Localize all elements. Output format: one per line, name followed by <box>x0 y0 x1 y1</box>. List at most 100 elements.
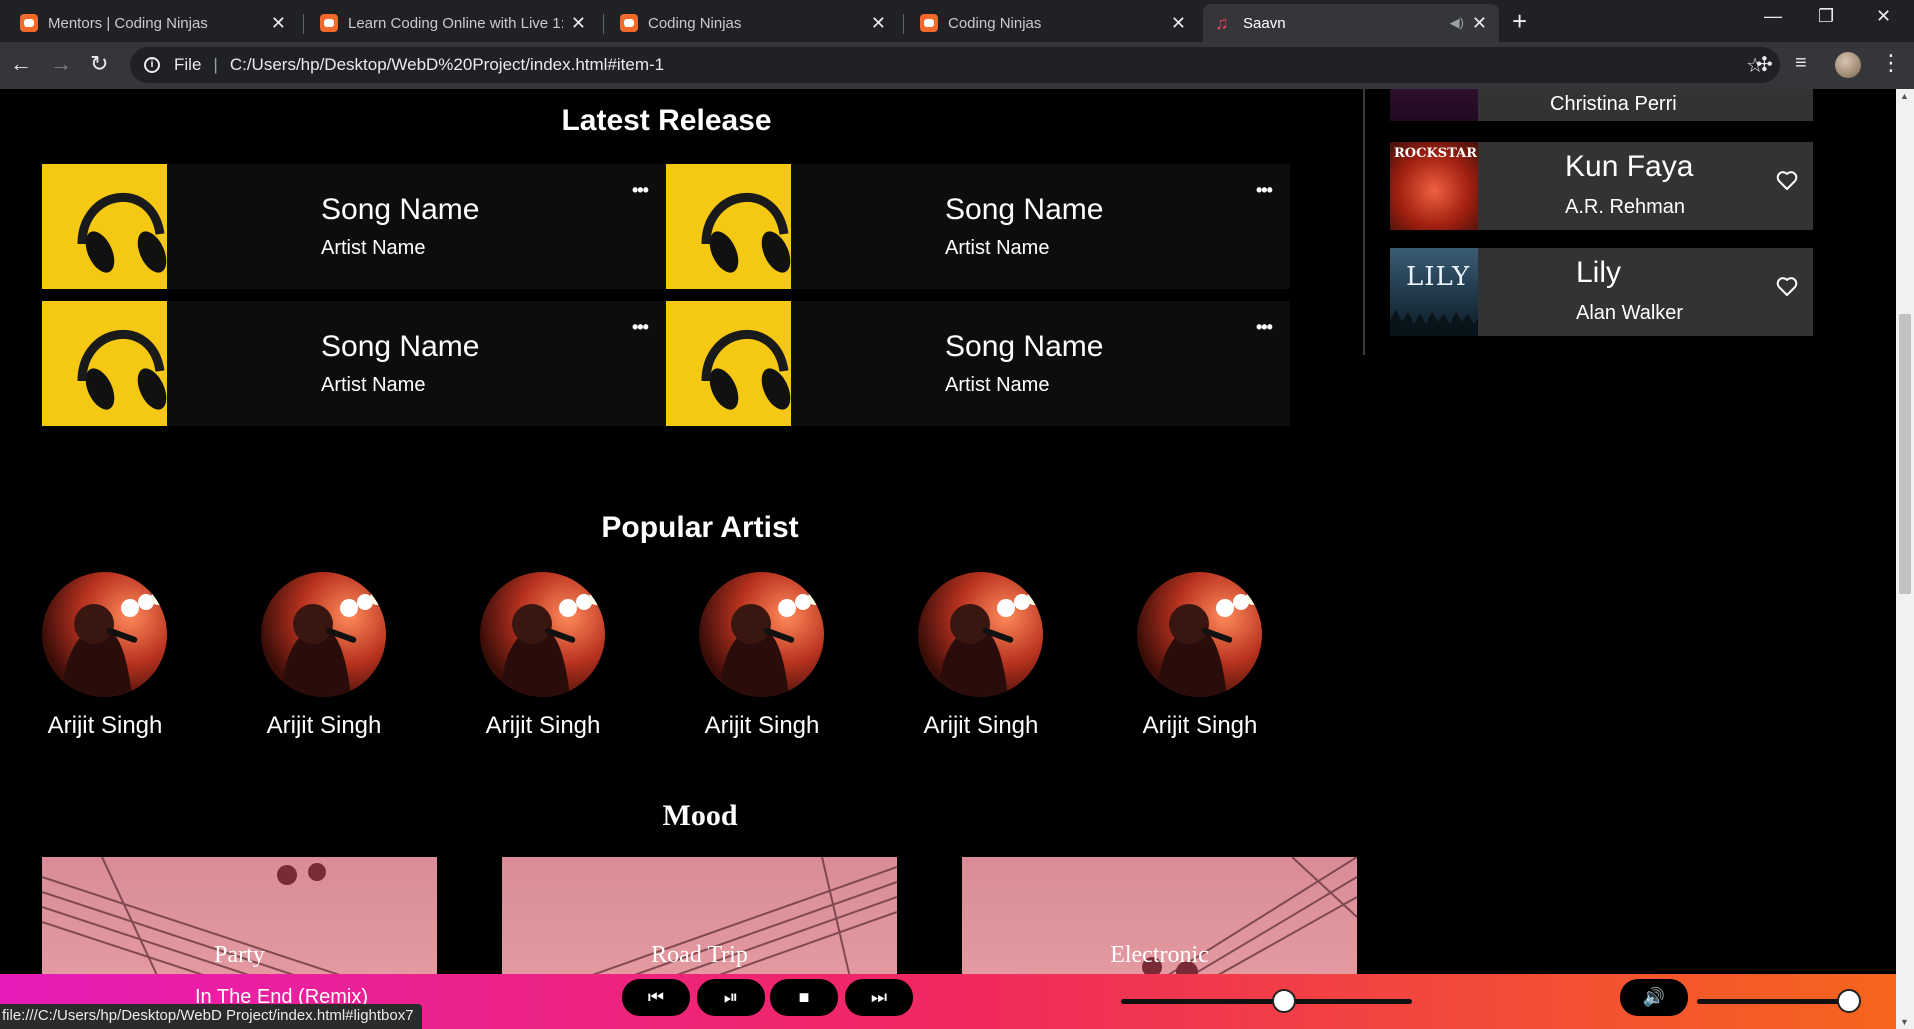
song-card[interactable]: Song Name Artist Name ••• <box>666 164 1290 289</box>
address-bar[interactable]: i File | C:/Users/hp/Desktop/WebD%20Proj… <box>130 47 1780 83</box>
more-options-icon[interactable]: ••• <box>632 317 649 338</box>
artist-photo[interactable] <box>699 572 824 697</box>
headphones-thumbnail <box>42 164 167 289</box>
restore-icon[interactable]: ❐ <box>1818 6 1834 27</box>
browser-tab-active[interactable]: ♫ Saavn ◀) ✕ <box>1203 4 1499 42</box>
address-scheme: File <box>174 55 202 74</box>
artist-name: Artist Name <box>321 237 426 259</box>
song-card[interactable]: Song Name Artist Name ••• <box>42 164 666 289</box>
volume-button[interactable]: 🔊 <box>1620 979 1688 1016</box>
profile-avatar[interactable] <box>1835 52 1861 78</box>
forward-arrow-icon[interactable]: → <box>50 51 72 77</box>
mood-label: Electronic <box>1110 942 1209 968</box>
volume-handle[interactable] <box>1837 989 1861 1013</box>
browser-tab-bar: Mentors | Coding Ninjas ✕ Learn Coding O… <box>0 0 1914 42</box>
heart-icon[interactable] <box>1775 274 1799 298</box>
coding-ninjas-favicon-icon <box>920 14 938 32</box>
close-tab-icon[interactable]: ✕ <box>271 13 286 34</box>
cover-title: LILY <box>1406 262 1471 292</box>
volume-slider[interactable] <box>1697 999 1849 1004</box>
music-note-favicon-icon: ♫ <box>1215 13 1229 33</box>
seek-handle[interactable] <box>1271 989 1296 1013</box>
rockstar-album-cover: ROCKSTAR <box>1390 142 1478 230</box>
saavn-page: Latest Release Song Name Artist Name •••… <box>0 89 1896 1029</box>
album-cover <box>1390 89 1478 121</box>
favourite-song-card[interactable]: Christina Perri <box>1390 89 1813 121</box>
artist-name: Arijit Singh <box>1142 712 1258 739</box>
artist-photo[interactable] <box>480 572 605 697</box>
artist-photo[interactable] <box>42 572 167 697</box>
heart-icon[interactable] <box>1775 168 1799 192</box>
artist-name: Artist Name <box>945 237 1050 259</box>
mood-label: Road Trip <box>651 942 748 968</box>
close-tab-icon[interactable]: ✕ <box>871 13 886 34</box>
coding-ninjas-favicon-icon <box>20 14 38 32</box>
close-tab-icon[interactable]: ✕ <box>571 13 586 34</box>
favourite-song-card[interactable]: LILY Lily Alan Walker <box>1390 248 1813 336</box>
latest-release-heading: Latest Release <box>561 104 772 137</box>
tab-title: Coding Ninjas <box>948 14 1042 32</box>
favourite-song-name: Lily <box>1576 256 1622 289</box>
favourite-artist: A.R. Rehman <box>1565 196 1686 218</box>
seek-bar[interactable] <box>1121 999 1412 1004</box>
artist-photo[interactable] <box>261 572 386 697</box>
mood-label: Party <box>214 942 265 968</box>
minimize-icon[interactable]: — <box>1764 6 1782 27</box>
artist-photo[interactable] <box>918 572 1043 697</box>
headphones-thumbnail <box>666 301 791 426</box>
browser-tab[interactable]: Coding Ninjas ✕ <box>608 4 898 42</box>
address-url[interactable]: C:/Users/hp/Desktop/WebD%20Project/index… <box>230 55 664 75</box>
cover-title: ROCKSTAR <box>1394 146 1478 161</box>
column-divider <box>1363 89 1365 355</box>
more-options-icon[interactable]: ••• <box>632 180 649 201</box>
more-options-icon[interactable]: ••• <box>1256 180 1273 201</box>
song-name: Song Name <box>945 330 1104 363</box>
headphones-icon <box>42 164 167 289</box>
artist-name: Arijit Singh <box>704 712 820 739</box>
audio-playing-icon[interactable]: ◀) <box>1450 15 1464 31</box>
mood-heading: Mood <box>662 799 738 832</box>
play-pause-button[interactable]: ⏯ <box>697 979 765 1016</box>
browser-tab[interactable]: Coding Ninjas ✕ <box>908 4 1198 42</box>
forest-silhouette <box>1390 310 1478 336</box>
scroll-down-icon[interactable]: ▼ <box>1900 1017 1909 1027</box>
tab-divider <box>303 14 304 34</box>
site-info-icon[interactable]: i <box>144 57 160 73</box>
browser-tab[interactable]: Learn Coding Online with Live 1:1 ✕ <box>308 4 598 42</box>
new-tab-icon[interactable]: + <box>1512 6 1527 37</box>
singer-image <box>500 591 603 697</box>
tab-title: Saavn <box>1243 14 1286 32</box>
close-tab-icon[interactable]: ✕ <box>1472 13 1487 34</box>
singer-image <box>281 591 384 697</box>
tab-divider <box>603 14 604 34</box>
reload-icon[interactable]: ↻ <box>90 51 108 77</box>
favourite-song-card[interactable]: ROCKSTAR Kun Faya A.R. Rehman <box>1390 142 1813 230</box>
artist-name: Artist Name <box>321 374 426 396</box>
coding-ninjas-favicon-icon <box>620 14 638 32</box>
next-track-button[interactable]: ⏭ <box>845 979 913 1016</box>
tab-title: Learn Coding Online with Live 1:1 <box>348 14 563 32</box>
singer-image <box>719 591 822 697</box>
scroll-up-icon[interactable]: ▲ <box>1900 91 1909 101</box>
window-close-icon[interactable]: ✕ <box>1876 6 1891 27</box>
song-card[interactable]: Song Name Artist Name ••• <box>42 301 666 426</box>
browser-tab[interactable]: Mentors | Coding Ninjas ✕ <box>8 4 298 42</box>
favourite-artist: Christina Perri <box>1550 93 1677 115</box>
close-tab-icon[interactable]: ✕ <box>1171 13 1186 34</box>
stop-button[interactable]: ■ <box>770 979 838 1016</box>
headphones-icon <box>42 301 167 426</box>
artist-name: Arijit Singh <box>485 712 601 739</box>
scroll-thumb[interactable] <box>1899 314 1911 594</box>
tab-divider <box>903 14 904 34</box>
more-options-icon[interactable]: ••• <box>1256 317 1273 338</box>
browser-menu-icon[interactable]: ⋮ <box>1880 50 1902 76</box>
song-card[interactable]: Song Name Artist Name ••• <box>666 301 1290 426</box>
media-queue-icon[interactable]: ≡ <box>1795 52 1807 75</box>
back-arrow-icon[interactable]: ← <box>10 51 32 77</box>
artist-photo[interactable] <box>1137 572 1262 697</box>
extensions-puzzle-icon[interactable]: ✣ <box>1756 52 1773 77</box>
coding-ninjas-favicon-icon <box>320 14 338 32</box>
page-scrollbar[interactable]: ▲ ▼ <box>1896 89 1914 1029</box>
favourite-song-name: Kun Faya <box>1565 150 1694 183</box>
previous-track-button[interactable]: ⏮ <box>622 979 690 1016</box>
